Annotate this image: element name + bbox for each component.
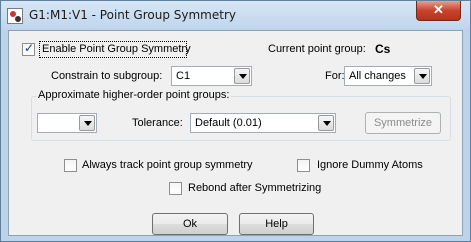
chevron-down-icon[interactable]: [318, 115, 334, 131]
for-value: All changes: [349, 70, 406, 82]
enable-symmetry-checkbox[interactable]: [22, 41, 35, 56]
tolerance-select[interactable]: Default (0.01): [190, 113, 336, 133]
chevron-down-icon[interactable]: [414, 68, 430, 84]
app-icon: [7, 8, 23, 24]
current-group-label: Current point group:: [268, 43, 366, 55]
close-button[interactable]: ✕: [416, 1, 461, 21]
always-track-checkbox[interactable]: [64, 159, 77, 172]
ok-button[interactable]: Ok: [152, 213, 228, 235]
chevron-down-icon[interactable]: [234, 68, 250, 84]
symmetrize-button[interactable]: Symmetrize: [365, 112, 441, 134]
dialog-window: G1:M1:V1 - Point Group Symmetry ✕ Enable…: [0, 0, 471, 242]
for-label: For:: [325, 70, 345, 82]
help-button[interactable]: Help: [239, 213, 314, 235]
chevron-down-icon[interactable]: [79, 115, 95, 131]
higher-order-group-select[interactable]: [37, 113, 97, 133]
always-track-label[interactable]: Always track point group symmetry: [82, 159, 253, 171]
for-select[interactable]: All changes: [344, 66, 432, 86]
rebond-label[interactable]: Rebond after Symmetrizing: [188, 182, 321, 194]
enable-symmetry-label[interactable]: Enable Point Group Symmetry: [42, 43, 191, 55]
rebond-checkbox[interactable]: [169, 182, 182, 195]
window-title: G1:M1:V1 - Point Group Symmetry: [29, 8, 236, 22]
constrain-subgroup-value: C1: [176, 70, 191, 82]
ignore-dummy-checkbox[interactable]: [297, 159, 310, 172]
higher-order-label: Approximate higher-order point groups:: [36, 89, 232, 101]
constrain-label: Constrain to subgroup:: [51, 70, 163, 82]
dialog-body: Enable Point Group Symmetry Current poin…: [8, 30, 463, 236]
title-bar: G1:M1:V1 - Point Group Symmetry ✕: [1, 1, 470, 29]
tolerance-label: Tolerance:: [132, 117, 183, 129]
constrain-subgroup-select[interactable]: C1: [171, 66, 252, 86]
current-group-value: Cs: [375, 42, 391, 56]
ignore-dummy-label[interactable]: Ignore Dummy Atoms: [317, 159, 423, 171]
tolerance-value: Default (0.01): [195, 117, 262, 129]
